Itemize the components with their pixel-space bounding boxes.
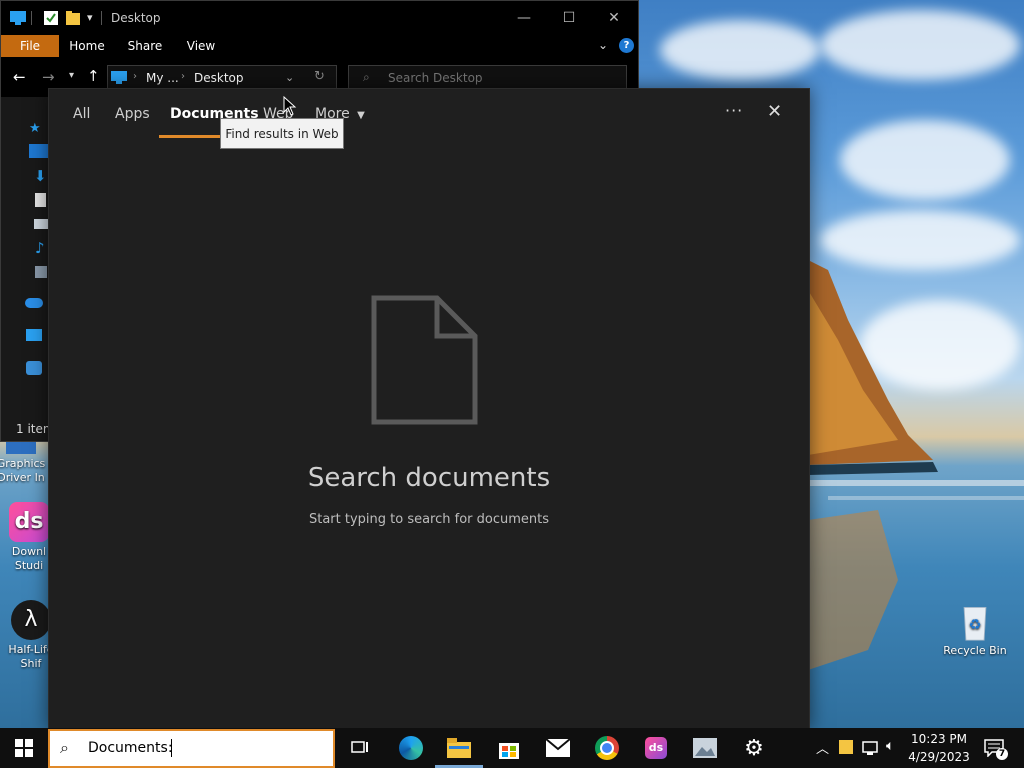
forward-arrow-icon[interactable]: → xyxy=(42,68,55,86)
divider xyxy=(31,11,32,25)
text-caret xyxy=(171,739,172,757)
show-hidden-icons-icon[interactable]: ︿ xyxy=(816,738,829,757)
document-icon xyxy=(371,295,478,425)
edge-browser-icon[interactable] xyxy=(387,728,435,768)
properties-icon[interactable] xyxy=(44,11,58,25)
search-tab-all[interactable]: All xyxy=(73,106,90,122)
computer-icon xyxy=(10,11,26,25)
web-tab-tooltip: Find results in Web xyxy=(220,118,344,149)
cloud-shape xyxy=(660,20,820,80)
expand-ribbon-icon[interactable]: ⌄ xyxy=(598,38,608,52)
windows-start-icon[interactable] xyxy=(15,739,33,757)
back-arrow-icon[interactable]: ← xyxy=(13,68,26,86)
chevron-down-icon: ▼ xyxy=(357,110,365,121)
refresh-icon[interactable]: ↻ xyxy=(314,69,325,84)
ds-logo-icon: ds xyxy=(9,502,49,542)
security-shield-icon[interactable] xyxy=(839,740,853,754)
cloud-shape xyxy=(840,120,1010,200)
breadcrumb-this-pc[interactable]: My ... xyxy=(146,71,179,85)
divider xyxy=(101,11,102,25)
breadcrumb-chevron-icon: › xyxy=(181,71,185,82)
recycle-bin-icon: ♻ xyxy=(963,607,987,641)
svg-text:♻: ♻ xyxy=(968,617,981,633)
network-icon[interactable] xyxy=(26,361,42,375)
maximize-button[interactable]: ☐ xyxy=(546,1,592,35)
lambda-icon: λ xyxy=(11,600,51,640)
explorer-search-placeholder: Search Desktop xyxy=(388,71,483,85)
volume-icon[interactable]: 🔈︎ xyxy=(886,738,894,754)
clock-date[interactable]: 4/29/2023 xyxy=(908,750,970,764)
pictures-folder-icon[interactable] xyxy=(34,219,48,229)
this-pc-icon[interactable] xyxy=(26,329,42,341)
close-button[interactable]: ✕ xyxy=(591,1,637,35)
settings-gear-icon[interactable]: ⚙ xyxy=(730,728,778,768)
ribbon-tab-file[interactable]: File xyxy=(1,35,59,57)
rock-cliff-shape xyxy=(808,260,1024,670)
desktop-icon-label: Recycle Bin xyxy=(943,644,1007,657)
quick-access-star-icon[interactable]: ★ xyxy=(29,121,41,136)
address-dropdown-icon[interactable]: ⌄ xyxy=(285,71,294,84)
onedrive-icon[interactable] xyxy=(25,298,43,308)
taskbar-search-input[interactable]: Documents: xyxy=(88,740,173,756)
network-icon[interactable] xyxy=(862,740,880,756)
up-arrow-icon[interactable]: ↑ xyxy=(87,67,100,85)
task-view-icon[interactable] xyxy=(336,728,384,768)
empty-state-subtext: Start typing to search for documents xyxy=(308,512,550,527)
documents-folder-icon[interactable] xyxy=(35,193,46,207)
music-folder-icon[interactable]: ♪ xyxy=(35,239,45,257)
mail-icon[interactable] xyxy=(534,728,582,768)
minimize-button[interactable]: — xyxy=(501,1,547,35)
microsoft-store-icon[interactable] xyxy=(485,728,533,768)
graphics-driver-icon xyxy=(6,440,36,454)
window-title: Desktop xyxy=(111,11,161,25)
computer-icon xyxy=(111,71,127,84)
close-search-icon[interactable]: ✕ xyxy=(767,101,782,122)
desktop-folder-icon[interactable] xyxy=(29,144,49,158)
breadcrumb-desktop[interactable]: Desktop xyxy=(194,71,244,85)
more-options-icon[interactable]: ··· xyxy=(725,101,743,120)
windows-search-panel[interactable]: All Apps Documents Web More ▼ ··· ✕ Sear… xyxy=(48,88,810,730)
empty-state-heading: Search documents xyxy=(307,463,551,493)
ribbon-tab-view[interactable]: View xyxy=(175,35,227,57)
recent-locations-icon[interactable]: ▾ xyxy=(69,70,74,81)
ribbon-tab-home[interactable]: Home xyxy=(61,35,113,57)
file-explorer-taskbar-icon[interactable] xyxy=(435,728,483,768)
downloads-icon[interactable]: ⬇ xyxy=(34,167,47,185)
photos-app-icon[interactable] xyxy=(681,728,729,768)
new-folder-icon[interactable] xyxy=(66,11,80,25)
ribbon-tab-share[interactable]: Share xyxy=(119,35,171,57)
search-icon: ⌕ xyxy=(60,738,69,757)
quick-access-dropdown-icon[interactable]: ▾ xyxy=(87,11,93,24)
clock-time[interactable]: 10:23 PM xyxy=(908,732,970,746)
help-icon[interactable]: ? xyxy=(619,38,634,53)
videos-folder-icon[interactable] xyxy=(35,266,47,278)
breadcrumb-chevron-icon: › xyxy=(133,71,137,82)
cloud-shape xyxy=(820,10,1020,80)
search-tab-apps[interactable]: Apps xyxy=(115,106,150,122)
desktop-icon-recycle-bin[interactable]: ♻ Recycle Bin xyxy=(940,602,1010,658)
chrome-browser-icon[interactable] xyxy=(583,728,631,768)
download-studio-icon[interactable]: ds xyxy=(632,728,680,768)
search-icon: ⌕ xyxy=(363,70,370,84)
notification-count-badge: 7 xyxy=(996,748,1008,760)
mouse-cursor-icon xyxy=(283,96,297,116)
